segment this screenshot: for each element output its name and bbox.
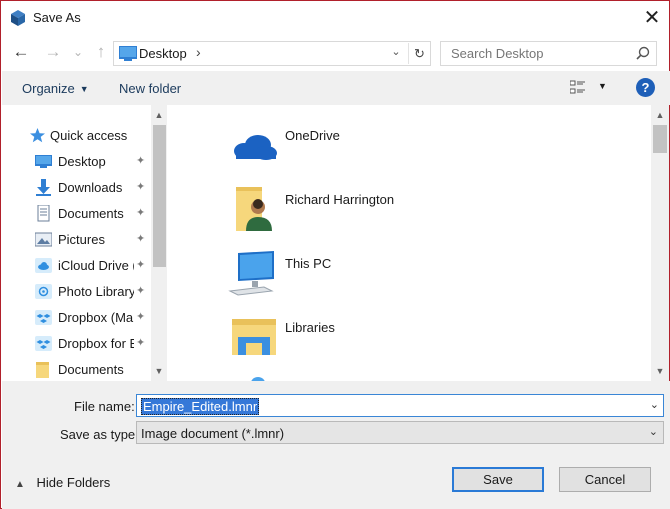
sidebar-item-label: Desktop (58, 154, 106, 169)
sidebar-item-label: Dropbox for E (58, 336, 134, 351)
back-arrow-icon[interactable]: ← (10, 41, 32, 63)
sidebar-item-desktop[interactable]: Desktop ✦ (2, 149, 152, 174)
sidebar-item-documents-folder[interactable]: Documents (2, 357, 152, 381)
address-dropdown-icon[interactable]: ⌄ (388, 45, 404, 58)
sidebar-item-label: Quick access (50, 128, 128, 143)
sidebar-item-dropbox-ma[interactable]: Dropbox (Ma ✦ (2, 305, 152, 330)
new-folder-button[interactable]: New folder (119, 81, 181, 96)
sidebar-item-pictures[interactable]: Pictures ✦ (2, 227, 152, 252)
save-as-dialog: Save As ✕ ← → ⌄ ↑ Desktop › ⌄ ↻ Search D… (0, 0, 670, 509)
file-list-pane: OneDrive Richard Harrington This PC Libr… (168, 105, 651, 381)
save-as-type-select[interactable]: Image document (*.lmnr) ⌄ (136, 421, 664, 444)
list-item-label: This PC (285, 256, 332, 271)
help-button[interactable]: ? (636, 78, 655, 97)
sidebar-item-label: Dropbox (Ma (58, 310, 134, 325)
hide-folders-toggle[interactable]: ▲ Hide Folders (15, 475, 110, 490)
pin-icon: ✦ (136, 337, 146, 349)
sidebar-item-label: Documents (58, 206, 124, 221)
desktop-icon (35, 155, 52, 168)
command-toolbar: Organize ▼ New folder ▼ ? (2, 71, 670, 105)
scroll-down-icon[interactable]: ▼ (151, 363, 167, 379)
pin-icon: ✦ (136, 181, 146, 193)
list-item-label: OneDrive (285, 128, 340, 143)
sidebar-item-icloud-drive[interactable]: iCloud Drive ( ✦ (2, 253, 152, 278)
search-icon[interactable] (636, 46, 650, 60)
scroll-up-icon[interactable]: ▲ (151, 107, 167, 123)
pictures-icon (35, 232, 52, 247)
sidebar-item-quick-access[interactable]: Quick access (2, 123, 152, 148)
up-arrow-icon[interactable]: ↑ (90, 41, 112, 63)
filename-input[interactable]: Empire_Edited.lmnr ⌄ (136, 394, 664, 417)
pin-icon: ✦ (136, 285, 146, 297)
address-text[interactable]: Desktop (139, 46, 187, 61)
dropbox-icon (35, 310, 52, 325)
sidebar-item-documents[interactable]: Documents ✦ (2, 201, 152, 226)
list-item-user-folder[interactable]: Richard Harrington (228, 187, 528, 251)
scroll-up-icon[interactable]: ▲ (652, 107, 668, 123)
pin-icon: ✦ (136, 259, 146, 271)
save-as-type-label: Save as type: (60, 427, 139, 442)
address-separator-icon[interactable]: › (196, 44, 201, 60)
chevron-down-icon: ▼ (79, 84, 89, 94)
filename-label: File name: (74, 399, 135, 414)
user-folder-icon (236, 187, 272, 231)
pin-icon: ✦ (136, 155, 146, 167)
list-item-label: Richard Harrington (285, 192, 395, 207)
star-icon (30, 128, 45, 143)
photos-icon (35, 284, 52, 299)
refresh-icon[interactable]: ↻ (408, 43, 430, 64)
hide-folders-label: Hide Folders (36, 475, 111, 490)
forward-arrow-icon[interactable]: → (42, 41, 64, 63)
sidebar-item-label: iCloud Drive ( (58, 258, 134, 273)
navigation-pane-scroll-thumb[interactable] (153, 125, 166, 267)
download-icon (36, 179, 51, 196)
list-item-onedrive[interactable]: OneDrive (228, 123, 528, 187)
folder-icon (36, 362, 49, 378)
sidebar-item-label: Pictures (58, 232, 105, 247)
pin-icon: ✦ (136, 207, 146, 219)
address-bar[interactable]: Desktop › ⌄ ↻ (113, 41, 431, 66)
documents-icon (37, 205, 50, 222)
dropbox-icon (35, 336, 52, 351)
chevron-up-icon: ▲ (15, 479, 25, 490)
view-options-chevron-icon[interactable]: ▼ (598, 81, 607, 91)
filename-selected-text[interactable]: Empire_Edited.lmnr (141, 398, 260, 415)
onedrive-icon (234, 135, 277, 160)
list-item-libraries[interactable]: Libraries (228, 315, 528, 379)
pin-icon: ✦ (136, 233, 146, 245)
navigation-pane: Quick access Desktop ✦ Downloads ✦ Docum… (2, 105, 168, 381)
chevron-down-icon[interactable]: ⌄ (649, 425, 658, 438)
chevron-down-icon[interactable]: ⌄ (650, 398, 659, 411)
sidebar-item-dropbox-for-e[interactable]: Dropbox for E ✦ (2, 331, 152, 356)
search-input[interactable]: Search Desktop (451, 46, 544, 61)
search-box[interactable]: Search Desktop (440, 41, 657, 66)
organize-button[interactable]: Organize ▼ (22, 81, 89, 96)
recent-locations-icon[interactable]: ⌄ (67, 41, 89, 63)
sidebar-item-downloads[interactable]: Downloads ✦ (2, 175, 152, 200)
change-view-icon[interactable] (570, 80, 586, 96)
save-button[interactable]: Save (452, 467, 544, 492)
libraries-icon (232, 319, 276, 355)
list-item-label: Libraries (285, 320, 335, 335)
icloud-icon (35, 258, 52, 273)
pin-icon: ✦ (136, 311, 146, 323)
sidebar-item-label: Photo Library (58, 284, 134, 299)
close-button[interactable]: ✕ (637, 4, 667, 32)
desktop-folder-icon (119, 46, 137, 61)
list-item-this-pc[interactable]: This PC (228, 251, 528, 315)
save-as-type-value[interactable]: Image document (*.lmnr) (141, 426, 284, 441)
organize-label: Organize (22, 81, 75, 96)
scroll-down-icon[interactable]: ▼ (652, 363, 668, 379)
app-cube-icon (11, 10, 25, 26)
sidebar-item-label: Documents (58, 362, 124, 377)
window-title: Save As (33, 10, 81, 25)
file-list-scroll-thumb[interactable] (653, 125, 667, 153)
computer-icon (228, 251, 274, 296)
sidebar-item-label: Downloads (58, 180, 123, 195)
cancel-button[interactable]: Cancel (559, 467, 651, 492)
title-bar: Save As ✕ (1, 1, 669, 35)
sidebar-item-photo-library[interactable]: Photo Library ✦ (2, 279, 152, 304)
